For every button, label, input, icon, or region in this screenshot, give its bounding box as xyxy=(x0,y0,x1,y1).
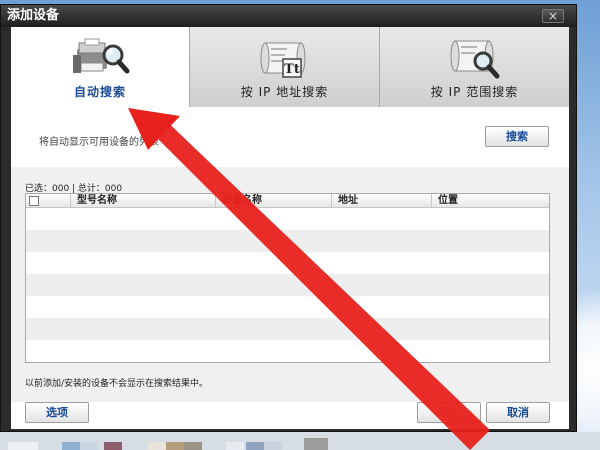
tab-ip-address-search-label: 按 IP 地址搜索 xyxy=(240,85,329,99)
search-mode-tabs: 自动搜索 Tt 按 IP 地址搜索 按 IP 范围搜索 xyxy=(11,27,569,107)
search-button[interactable]: 搜索 xyxy=(485,126,549,147)
tab-ip-range-search-label: 按 IP 范围搜索 xyxy=(430,85,519,99)
previously-installed-note: 以前添加/安装的设备不会显示在搜索结果中。 xyxy=(25,379,209,389)
select-all-cell xyxy=(26,194,70,208)
table-row xyxy=(26,230,549,252)
dialog-titlebar: 添加设备 × xyxy=(1,5,576,27)
column-device-name[interactable]: 设备名称 xyxy=(215,194,331,208)
add-button[interactable]: 添加 xyxy=(417,402,481,423)
column-location[interactable]: 位置 xyxy=(431,194,549,208)
scroll-search-icon xyxy=(447,35,503,84)
close-button[interactable]: × xyxy=(542,9,564,23)
options-button[interactable]: 选项 xyxy=(25,402,89,423)
device-results-table: 型号名称 设备名称 地址 位置 xyxy=(25,193,550,363)
taskbar-strip xyxy=(0,432,600,450)
close-icon: × xyxy=(547,9,559,23)
tab-auto-search[interactable]: 自动搜索 xyxy=(11,27,189,107)
column-address[interactable]: 地址 xyxy=(331,194,431,208)
scroll-text-icon: Tt xyxy=(257,35,313,84)
tab-ip-range-search[interactable]: 按 IP 范围搜索 xyxy=(379,27,569,107)
table-row xyxy=(26,208,549,230)
svg-text:Tt: Tt xyxy=(284,62,300,77)
table-row xyxy=(26,296,549,318)
table-row xyxy=(26,318,549,340)
printer-search-icon xyxy=(69,35,131,84)
table-row xyxy=(26,252,549,274)
select-all-checkbox[interactable] xyxy=(29,196,39,206)
add-device-dialog: 添加设备 × 自动搜索 Tt 按 IP 地址搜索 按 IP 范围搜索 将自动显示… xyxy=(0,4,577,432)
table-header: 型号名称 设备名称 地址 位置 xyxy=(26,194,549,208)
cancel-button[interactable]: 取消 xyxy=(486,402,550,423)
dialog-title: 添加设备 xyxy=(7,8,60,23)
table-row xyxy=(26,340,549,362)
tab-ip-address-search[interactable]: Tt 按 IP 地址搜索 xyxy=(189,27,379,107)
tab-auto-search-label: 自动搜索 xyxy=(73,85,126,99)
table-row xyxy=(26,274,549,296)
column-model-name[interactable]: 型号名称 xyxy=(70,194,215,208)
auto-search-hint: 将自动显示可用设备的列表 xyxy=(39,137,159,148)
dialog-client-area: 自动搜索 Tt 按 IP 地址搜索 按 IP 范围搜索 将自动显示可用设备的列表… xyxy=(11,27,569,429)
